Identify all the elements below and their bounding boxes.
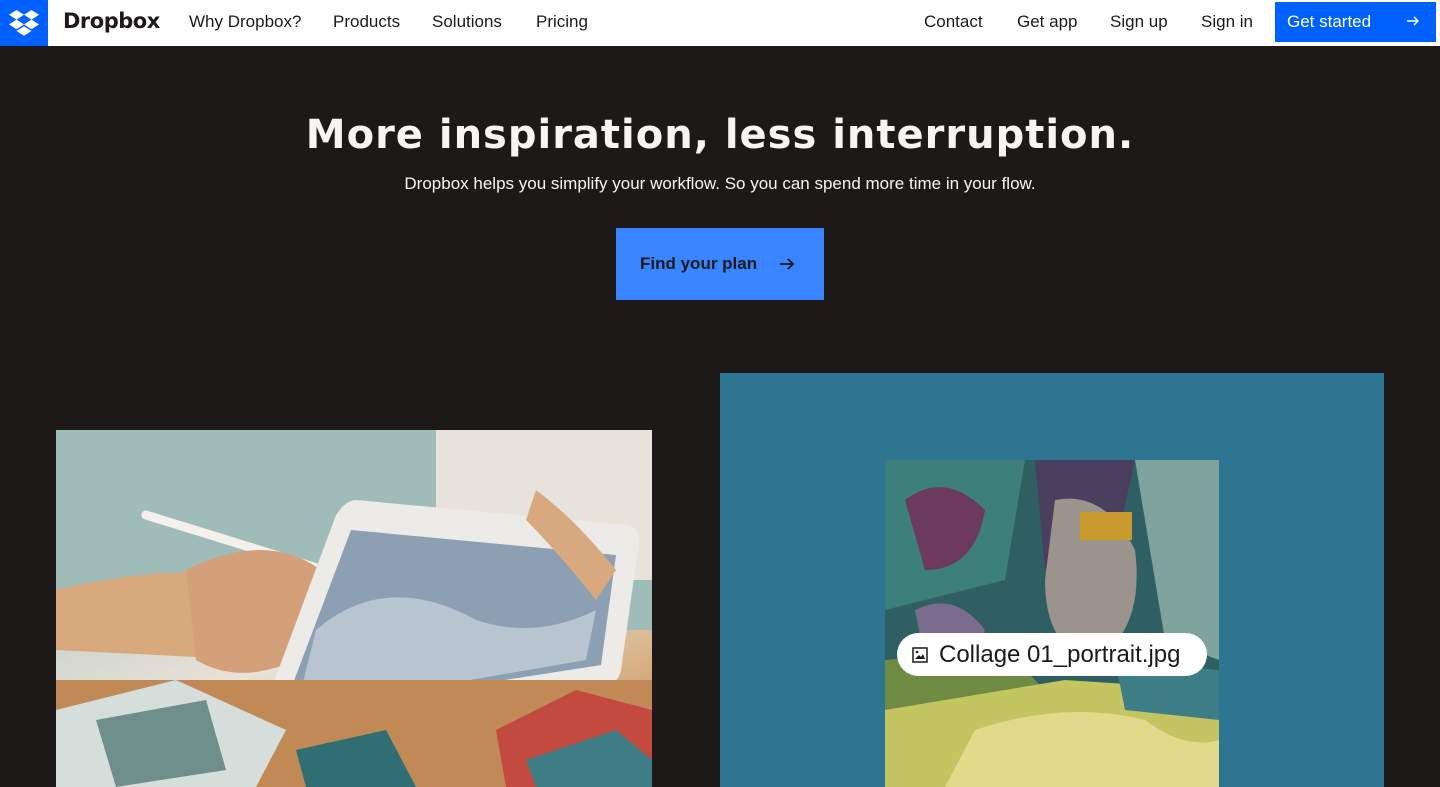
find-your-plan-label: Find your plan bbox=[640, 254, 758, 273]
dropbox-box-icon bbox=[9, 10, 39, 36]
collage-image bbox=[885, 460, 1219, 787]
find-your-plan-button[interactable]: Find your plan bbox=[616, 228, 824, 300]
top-nav: Dropbox Why Dropbox? Products Solutions … bbox=[0, 0, 1440, 46]
dropbox-logo[interactable] bbox=[0, 0, 48, 46]
nav-link-why-dropbox[interactable]: Why Dropbox? bbox=[189, 12, 301, 32]
hero-title: More inspiration, less interruption. bbox=[305, 112, 1135, 158]
nav-link-sign-up[interactable]: Sign up bbox=[1110, 12, 1168, 32]
get-started-button[interactable]: Get started bbox=[1275, 2, 1436, 42]
nav-link-contact[interactable]: Contact bbox=[924, 12, 983, 32]
get-started-label: Get started bbox=[1287, 12, 1372, 31]
nav-link-pricing[interactable]: Pricing bbox=[536, 12, 588, 32]
arrow-right-icon bbox=[1407, 16, 1419, 26]
file-name-label: Collage 01_portrait.jpg bbox=[939, 640, 1181, 668]
nav-link-products[interactable]: Products bbox=[333, 12, 400, 32]
nav-link-solutions[interactable]: Solutions bbox=[432, 12, 502, 32]
arrow-right-icon bbox=[780, 258, 795, 270]
hero-subtitle: Dropbox helps you simplify your workflow… bbox=[404, 174, 1036, 193]
brand-name[interactable]: Dropbox bbox=[63, 9, 160, 33]
tablet-drawing-photo bbox=[56, 430, 652, 787]
nav-link-sign-in[interactable]: Sign in bbox=[1201, 12, 1253, 32]
image-file-icon bbox=[912, 646, 928, 663]
file-name-chip[interactable]: Collage 01_portrait.jpg bbox=[897, 633, 1207, 676]
nav-link-get-app[interactable]: Get app bbox=[1017, 12, 1078, 32]
